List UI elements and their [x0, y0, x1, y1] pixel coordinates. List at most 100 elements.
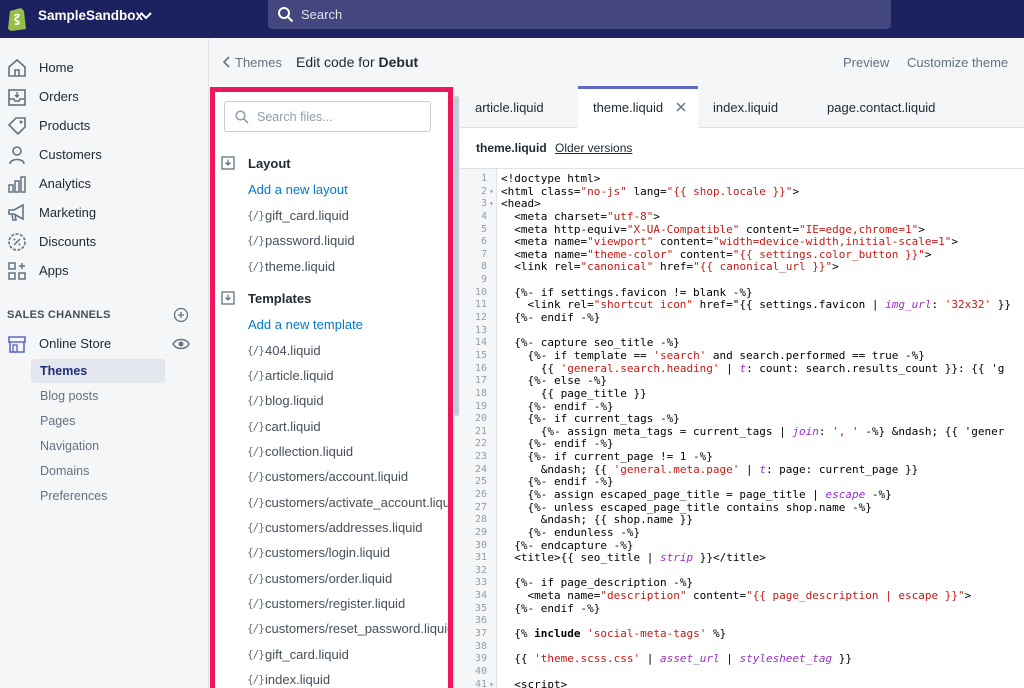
line-number: 34 [474, 590, 487, 602]
code-text: {% include 'social-meta-tags' %} [501, 627, 727, 641]
editor-tab-bar: article.liquid theme.liquid index.liquid… [460, 86, 1024, 129]
sub-item-label: Domains [40, 464, 90, 478]
sidebar-item-analytics[interactable]: Analytics [0, 170, 209, 198]
orders-icon [8, 89, 26, 106]
line-number: 1 [480, 173, 487, 184]
sub-item-pages[interactable]: Pages [31, 409, 165, 433]
line-number: 18 [474, 387, 487, 399]
fold-arrow-icon[interactable]: ▾ [489, 198, 494, 211]
tab-article-liquid[interactable]: article.liquid [460, 86, 578, 128]
fold-arrow-icon[interactable]: ▾ [489, 679, 494, 688]
line-number: 31 [474, 552, 487, 564]
close-icon[interactable] [675, 101, 687, 113]
code-text: <meta name="description" content="{{ pag… [501, 589, 972, 603]
sidebar-item-customers[interactable]: Customers [0, 141, 209, 169]
line-number: 29 [474, 526, 487, 538]
shopify-logo-icon[interactable] [7, 5, 27, 31]
chevron-down-icon[interactable] [139, 9, 153, 23]
liquid-file-icon: {/} [247, 234, 265, 247]
store-icon [8, 336, 26, 353]
file-search-box[interactable] [224, 101, 431, 132]
line-number: 21 [474, 425, 487, 437]
global-search-bar[interactable]: Search [268, 0, 891, 29]
chevron-left-icon[interactable] [222, 56, 231, 68]
file-name: collection.liquid [265, 444, 354, 459]
file-name: customers/reset_password.liquid [265, 621, 453, 636]
sub-item-label: Preferences [40, 489, 108, 503]
tab-index-liquid[interactable]: index.liquid [698, 86, 811, 128]
sidebar-item-marketing[interactable]: Marketing [0, 199, 209, 227]
sub-item-navigation[interactable]: Navigation [31, 434, 165, 458]
line-number: 19 [474, 400, 487, 412]
customize-theme-button[interactable]: Customize theme [907, 55, 1008, 70]
sales-channels-heading: SALES CHANNELS [7, 309, 111, 321]
discount-icon [8, 233, 26, 251]
sub-item-label: Blog posts [40, 389, 99, 403]
preview-button[interactable]: Preview [843, 55, 889, 70]
megaphone-icon [8, 203, 24, 221]
line-number: 7 [480, 248, 487, 260]
folder-download-icon [221, 291, 235, 305]
breadcrumb-back-themes[interactable]: Themes [235, 55, 282, 70]
sub-item-blog-posts[interactable]: Blog posts [31, 384, 165, 408]
fold-arrow-icon[interactable]: ▾ [489, 186, 494, 199]
eye-icon[interactable] [172, 337, 190, 351]
sub-item-preferences[interactable]: Preferences [31, 484, 165, 508]
search-placeholder: Search [301, 7, 343, 22]
sidebar-item-label: Home [39, 60, 74, 75]
folder-label: Templates [248, 291, 312, 306]
sidebar-item-discounts[interactable]: Discounts [0, 228, 209, 256]
code-text: {{ 'theme.scss.css' | asset_url | styles… [501, 652, 853, 666]
tab-theme-liquid[interactable]: theme.liquid [578, 86, 698, 129]
sidebar-item-apps[interactable]: Apps [0, 257, 209, 285]
file-name: blog.liquid [265, 393, 324, 408]
line-number: 14 [474, 337, 487, 349]
file-panel-scroll-thumb[interactable] [454, 96, 459, 416]
file-name: gift_card.liquid [265, 208, 349, 223]
sub-item-label: Themes [40, 364, 88, 378]
line-number: 17 [474, 375, 487, 387]
liquid-file-icon: {/} [247, 394, 265, 407]
folder-label: Layout [248, 156, 291, 171]
search-icon [235, 110, 249, 124]
sub-item-label: Navigation [40, 439, 100, 453]
top-bar: SampleSandbox Search [0, 0, 1024, 38]
file-name: cart.liquid [265, 419, 321, 434]
sidebar-item-orders[interactable]: Orders [0, 83, 209, 111]
older-versions-link[interactable]: Older versions [555, 141, 632, 155]
add-channel-plus-icon[interactable] [173, 307, 189, 323]
sidebar-item-label: Apps [39, 263, 69, 278]
apps-icon [8, 262, 26, 280]
file-name: customers/account.liquid [265, 469, 409, 484]
line-number: 27 [474, 501, 487, 513]
file-name: theme.liquid [265, 259, 336, 274]
code-area[interactable]: 1 <!doctype html> 2 ▾ <html class="no-js" la… [460, 168, 1024, 688]
tab-page-contact-liquid[interactable]: page.contact.liquid [811, 86, 961, 128]
line-number: 35 [474, 602, 487, 614]
liquid-file-icon: {/} [247, 648, 265, 661]
sidebar-item-label: Orders [39, 89, 79, 104]
tab-label: page.contact.liquid [827, 100, 936, 115]
line-number: 9 [480, 274, 487, 286]
sidebar-item-label: Online Store [39, 336, 112, 351]
sub-item-domains[interactable]: Domains [31, 459, 165, 483]
liquid-file-icon: {/} [247, 209, 265, 222]
code-text: <script> [501, 677, 568, 688]
line-number: 41 [474, 678, 487, 688]
line-number: 28 [474, 514, 487, 526]
file-name: index.liquid [265, 672, 331, 687]
code-text: {%- endif -%} [501, 311, 601, 325]
folder-download-icon [221, 156, 235, 170]
sub-item-themes[interactable]: Themes [31, 359, 165, 383]
theme-name: Debut [378, 54, 419, 70]
page-header: Themes Edit code for Debut Preview Custo… [209, 38, 1024, 86]
add-template-link[interactable]: Add a new template [248, 317, 363, 332]
tab-label: index.liquid [713, 100, 779, 115]
line-number: 2 [480, 185, 487, 197]
sidebar-item-products[interactable]: Products [0, 112, 209, 140]
file-search-input[interactable] [257, 108, 425, 126]
add-layout-link[interactable]: Add a new layout [248, 182, 348, 197]
store-name[interactable]: SampleSandbox [38, 8, 143, 23]
sidebar-item-home[interactable]: Home [0, 54, 209, 82]
sidebar-item-label: Marketing [39, 205, 97, 220]
